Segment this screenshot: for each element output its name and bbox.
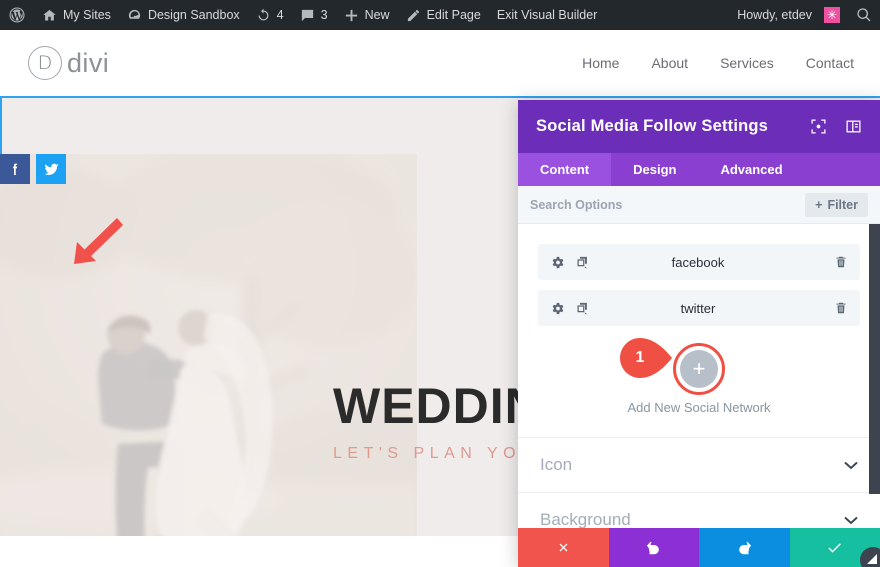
adminbar-wordpress-logo[interactable]	[0, 0, 34, 30]
layout-panel-icon[interactable]	[845, 118, 862, 135]
adminbar-edit-page[interactable]: Edit Page	[398, 0, 489, 30]
accordion-background-label: Background	[540, 510, 631, 528]
search-input[interactable]: Search Options	[530, 198, 622, 212]
dashboard-icon	[127, 8, 142, 23]
site-logo[interactable]: D divi	[28, 46, 109, 80]
facebook-icon	[7, 161, 23, 177]
adminbar-updates-count: 4	[276, 8, 284, 22]
network-row-facebook[interactable]: facebook	[538, 244, 860, 280]
twitter-icon	[43, 161, 60, 178]
step-badge-1: 1	[620, 338, 672, 378]
modal-footer	[518, 528, 880, 567]
adminbar-exit-visual-builder[interactable]: Exit Visual Builder	[489, 0, 606, 30]
modal-search-bar: Search Options + Filter	[518, 186, 880, 224]
pencil-icon	[406, 8, 421, 23]
undo-icon	[645, 539, 662, 556]
network-name-twitter: twitter	[680, 300, 716, 316]
site-header: D divi Home About Services Contact	[0, 30, 880, 96]
logo-text: divi	[67, 47, 110, 78]
close-x-icon	[556, 540, 571, 555]
hero-photo	[0, 154, 417, 567]
filter-button[interactable]: + Filter	[805, 192, 868, 217]
focus-target-icon[interactable]	[810, 118, 827, 135]
cancel-button[interactable]	[518, 528, 609, 567]
adminbar-howdy[interactable]: Howdy, etdev ✳	[729, 0, 848, 30]
logo-letter: D	[28, 46, 62, 80]
nav-item-contact[interactable]: Contact	[806, 55, 854, 71]
social-media-follow-module[interactable]	[0, 154, 66, 184]
add-new-social-network-area: 1 + Add New Social Network	[518, 336, 880, 437]
adminbar-updates[interactable]: 4	[248, 0, 292, 30]
social-button-facebook[interactable]	[0, 154, 30, 184]
plus-icon: +	[815, 197, 823, 212]
network-row-twitter[interactable]: twitter	[538, 290, 860, 326]
modal-titlebar-actions	[810, 118, 862, 135]
social-network-list: facebook twitter	[518, 224, 880, 326]
modal-tabs: Content Design Advanced	[518, 153, 880, 186]
nav-item-home[interactable]: Home	[582, 55, 619, 71]
adminbar-exit-visual-builder-label: Exit Visual Builder	[496, 8, 598, 22]
tab-design[interactable]: Design	[611, 153, 698, 186]
step-badge-number: 1	[635, 349, 645, 366]
adminbar-search[interactable]	[848, 0, 880, 30]
search-icon	[856, 7, 872, 23]
adminbar-comments[interactable]: 3	[292, 0, 336, 30]
adminbar-comments-count: 3	[320, 8, 328, 22]
adminbar-right-group: Howdy, etdev ✳	[729, 0, 880, 30]
accordion-icon[interactable]: Icon	[518, 438, 880, 493]
check-icon	[826, 539, 843, 556]
main-navigation: Home About Services Contact	[582, 55, 854, 71]
modal-title: Social Media Follow Settings	[536, 117, 769, 135]
add-new-social-network-button[interactable]: +	[673, 343, 725, 395]
tab-content[interactable]: Content	[518, 153, 612, 186]
network-name-facebook: facebook	[671, 254, 725, 270]
avatar: ✳	[824, 7, 840, 23]
filter-button-label: Filter	[827, 197, 858, 212]
trash-icon[interactable]	[834, 255, 848, 269]
chevron-down-icon	[844, 457, 858, 473]
redo-icon	[736, 539, 753, 556]
settings-modal: Social Media Follow Settings Content Des…	[518, 100, 880, 567]
plus-icon	[344, 8, 359, 23]
accordion-background[interactable]: Background	[518, 493, 880, 528]
adminbar-howdy-label: Howdy, etdev	[737, 8, 812, 22]
adminbar-site-name-label: Design Sandbox	[147, 8, 240, 22]
sites-icon	[42, 8, 57, 23]
redo-button[interactable]	[699, 528, 790, 567]
highlight-ring	[673, 343, 725, 395]
wordpress-logo-icon	[8, 6, 26, 24]
adminbar-new-label: New	[364, 8, 390, 22]
updates-icon	[256, 8, 271, 23]
photo-overlay	[0, 154, 417, 567]
adminbar-new[interactable]: New	[336, 0, 398, 30]
modal-scrollbar[interactable]	[869, 224, 880, 494]
add-new-social-network-label: Add New Social Network	[627, 400, 771, 415]
adminbar-my-sites[interactable]: My Sites	[34, 0, 119, 30]
wp-admin-bar: My Sites Design Sandbox 4 3 New Edit Pag…	[0, 0, 880, 30]
nav-item-services[interactable]: Services	[720, 55, 774, 71]
modal-resize-handle[interactable]	[860, 547, 880, 567]
screen: My Sites Design Sandbox 4 3 New Edit Pag…	[0, 0, 880, 567]
modal-titlebar: Social Media Follow Settings	[518, 100, 880, 153]
tab-advanced[interactable]: Advanced	[698, 153, 804, 186]
adminbar-site-name[interactable]: Design Sandbox	[119, 0, 248, 30]
adminbar-my-sites-label: My Sites	[63, 8, 111, 22]
social-button-twitter[interactable]	[36, 154, 66, 184]
modal-body: facebook twitter 1 + Add New Social Netw…	[518, 224, 880, 528]
chevron-down-icon	[844, 512, 858, 528]
accordion-icon-label: Icon	[540, 455, 573, 474]
adminbar-edit-page-label: Edit Page	[426, 8, 481, 22]
nav-item-about[interactable]: About	[651, 55, 688, 71]
comments-icon	[300, 8, 315, 23]
undo-button[interactable]	[608, 528, 699, 567]
trash-icon[interactable]	[834, 301, 848, 315]
